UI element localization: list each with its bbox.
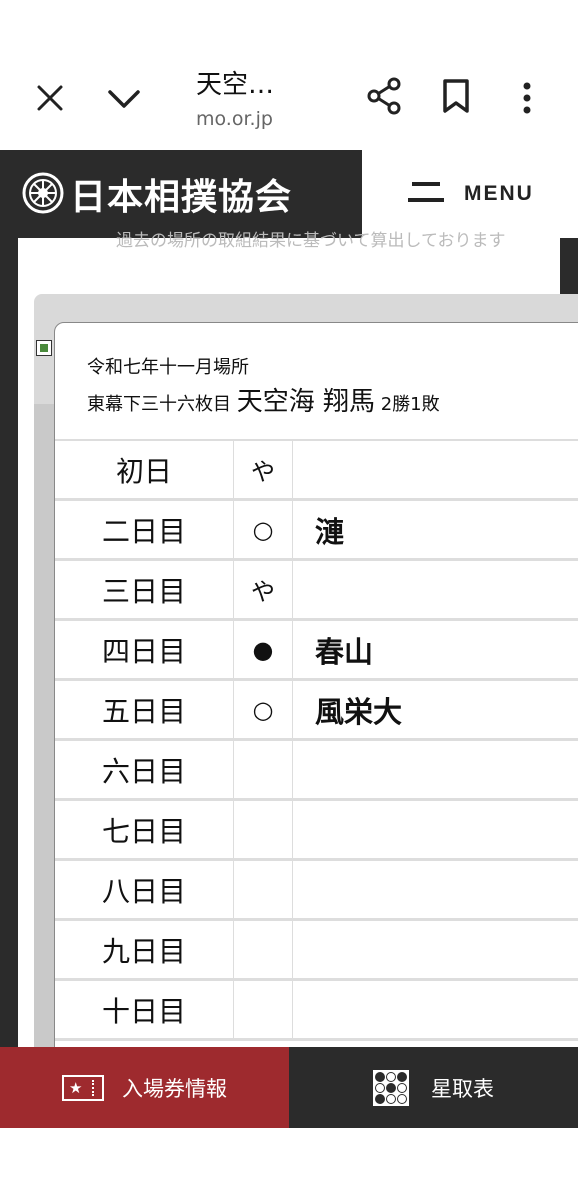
menu-label: MENU [464, 182, 534, 205]
day-cell: 三日目 [55, 561, 234, 618]
tickets-label: 入場券情報 [122, 1076, 227, 1101]
tickets-button[interactable]: ★ 入場券情報 [0, 1047, 289, 1128]
opponent-cell [293, 741, 578, 798]
background-checkbox-icon [36, 340, 52, 356]
wrestler-name: 天空海 翔馬 [236, 387, 375, 417]
opponent-cell [293, 921, 578, 978]
close-icon[interactable] [30, 78, 70, 118]
day-cell: 二日目 [55, 501, 234, 558]
wrestler-rank: 東幕下三十六枚目 [87, 394, 231, 415]
result-cell [234, 741, 293, 798]
more-vert-icon[interactable] [512, 78, 542, 118]
table-row: 八日目 [55, 861, 578, 921]
day-cell: 十日目 [55, 981, 234, 1038]
result-cell: ○ [234, 681, 293, 738]
sumo-association-emblem-icon[interactable] [22, 172, 64, 214]
opponent-cell[interactable]: 風栄大 [293, 681, 578, 738]
opponent-cell [293, 441, 578, 498]
day-cell: 四日目 [55, 621, 234, 678]
table-row: 九日目 [55, 921, 578, 981]
menu-button[interactable]: MENU [362, 150, 578, 238]
page-url[interactable]: mo.or.jp [196, 108, 273, 130]
opponent-cell [293, 861, 578, 918]
table-row: 七日目 [55, 801, 578, 861]
day-cell: 五日目 [55, 681, 234, 738]
page-title: 天空… [196, 70, 275, 100]
day-cell: 九日目 [55, 921, 234, 978]
opponent-cell[interactable]: 春山 [293, 621, 578, 678]
result-cell: ● [234, 621, 293, 678]
share-icon[interactable] [362, 74, 406, 118]
basho-name: 令和七年十一月場所 [87, 357, 249, 378]
standings-button[interactable]: 星取表 [289, 1047, 578, 1128]
opponent-cell[interactable]: 漣 [293, 501, 578, 558]
bout-results-table: 初日 や 二日目 ○ 漣 三日目 や 四日目 ● 春山 五日目 ○ 風栄大 六日… [55, 441, 578, 1041]
table-row: 三日目 や [55, 561, 578, 621]
result-cell [234, 861, 293, 918]
background-note-text: 過去の場所の取組結果に基づいて算出しております [116, 231, 506, 251]
standings-grid-icon [373, 1069, 409, 1106]
site-logo-text[interactable]: 日本相撲協会 [70, 168, 292, 220]
wrestler-record-card: 令和七年十一月場所 東幕下三十六枚目 天空海 翔馬 2勝1敗 初日 や 二日目 … [54, 322, 578, 1084]
result-cell: や [234, 441, 293, 498]
standings-label: 星取表 [431, 1076, 494, 1101]
result-cell [234, 921, 293, 978]
opponent-cell [293, 801, 578, 858]
day-cell: 七日目 [55, 801, 234, 858]
wrestler-record: 2勝1敗 [380, 394, 440, 415]
result-cell [234, 981, 293, 1038]
day-cell: 八日目 [55, 861, 234, 918]
below-page-area [0, 1128, 578, 1200]
background-panel-edge [34, 404, 56, 1048]
chevron-down-icon[interactable] [102, 78, 146, 118]
day-cell: 初日 [55, 441, 234, 498]
hamburger-icon [408, 179, 444, 209]
table-row: 四日目 ● 春山 [55, 621, 578, 681]
opponent-cell [293, 981, 578, 1038]
table-row: 五日目 ○ 風栄大 [55, 681, 578, 741]
table-row: 六日目 [55, 741, 578, 801]
browser-toolbar: 天空… mo.or.jp [0, 0, 578, 150]
table-row: 十日目 [55, 981, 578, 1041]
bookmark-icon[interactable] [436, 76, 476, 116]
table-row: 二日目 ○ 漣 [55, 501, 578, 561]
table-row: 初日 や [55, 441, 578, 501]
ticket-icon: ★ [62, 1074, 104, 1101]
opponent-cell [293, 561, 578, 618]
result-cell: ○ [234, 501, 293, 558]
bottom-nav: ★ 入場券情報 星取表 [0, 1047, 578, 1128]
page-left-border [0, 238, 18, 1048]
result-cell [234, 801, 293, 858]
day-cell: 六日目 [55, 741, 234, 798]
wrestler-header: 東幕下三十六枚目 天空海 翔馬 2勝1敗 [87, 381, 440, 418]
result-cell: や [234, 561, 293, 618]
